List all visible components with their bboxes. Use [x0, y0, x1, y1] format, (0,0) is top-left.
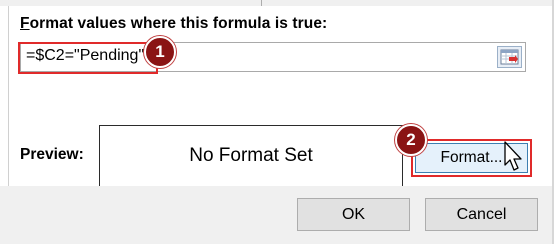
- annotation-step-badge-2: 2: [395, 124, 427, 156]
- preview-box: No Format Set: [99, 125, 403, 187]
- preview-text: No Format Set: [189, 145, 313, 166]
- cancel-button[interactable]: Cancel: [425, 198, 538, 231]
- annotation-highlight-formula: [18, 42, 158, 74]
- annotation-step-badge-1: 1: [144, 36, 176, 68]
- collapse-dialog-icon: [500, 49, 519, 65]
- formula-label-accelerator: F: [20, 15, 30, 32]
- mouse-pointer-icon: [504, 141, 522, 171]
- formula-label: Format values where this formula is true…: [20, 15, 327, 33]
- formula-label-text: ormat values where this formula is true:: [29, 15, 328, 32]
- ok-button[interactable]: OK: [297, 198, 410, 231]
- collapse-dialog-button[interactable]: [497, 46, 522, 68]
- preview-label: Preview:: [20, 146, 84, 163]
